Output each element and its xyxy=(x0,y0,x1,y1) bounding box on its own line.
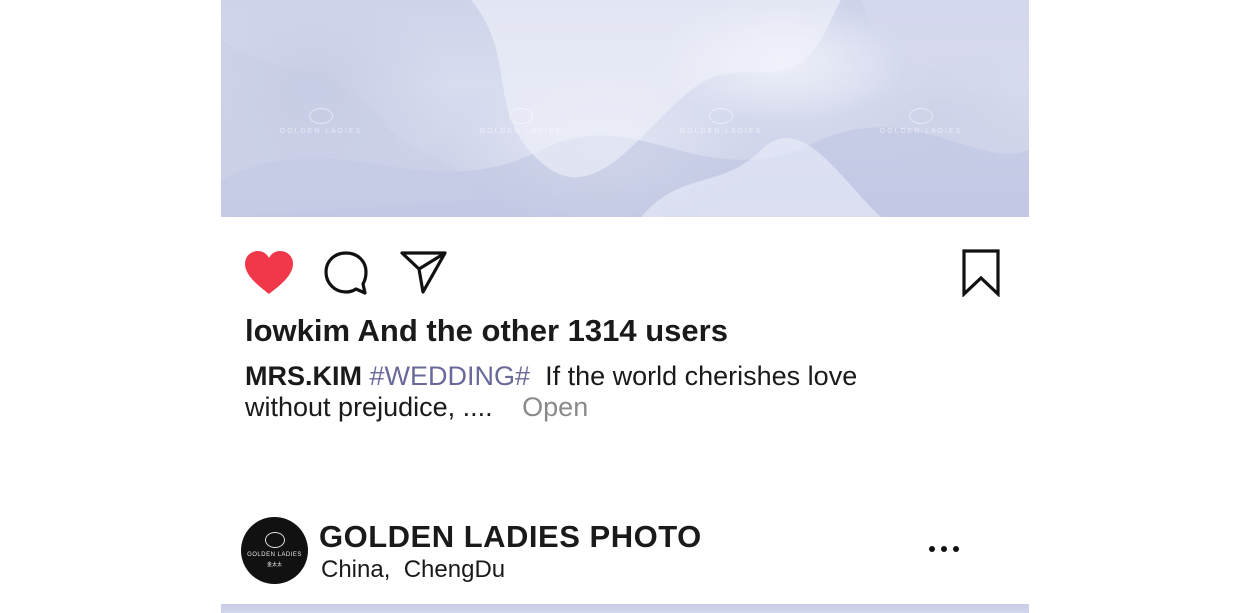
caption-open-link[interactable]: Open xyxy=(522,392,588,422)
like-button[interactable] xyxy=(243,249,295,302)
post-actions-bar xyxy=(221,217,1029,307)
next-post-header: GOLDEN LADIES 金太太 GOLDEN LADIES PHOTO Ch… xyxy=(221,505,1029,600)
comment-button[interactable] xyxy=(322,249,370,302)
caption-hashtag[interactable]: #WEDDING# xyxy=(370,361,531,391)
comment-bubble-icon xyxy=(324,251,368,295)
save-button[interactable] xyxy=(961,249,1001,302)
avatar[interactable]: GOLDEN LADIES 金太太 xyxy=(241,517,308,584)
more-dots-icon xyxy=(953,546,959,552)
watermark: GOLDEN LADIES xyxy=(261,108,381,135)
more-dots-icon xyxy=(941,546,947,552)
more-options-button[interactable] xyxy=(929,541,961,557)
location-country: China, xyxy=(321,556,391,583)
post-caption: MRS.KIM #WEDDING# If the world cherishes… xyxy=(245,361,945,423)
heart-filled-icon xyxy=(245,251,293,294)
watermark: GOLDEN LADIES xyxy=(861,108,981,135)
likes-count-text[interactable]: lowkim And the other 1314 users xyxy=(245,313,728,349)
caption-author[interactable]: MRS.KIM xyxy=(245,361,362,391)
bookmark-icon xyxy=(962,249,1000,298)
avatar-logo-text: GOLDEN LADIES xyxy=(247,552,302,558)
account-name[interactable]: GOLDEN LADIES PHOTO xyxy=(319,519,702,555)
location-label[interactable]: China, ChengDu xyxy=(321,556,505,584)
location-city: ChengDu xyxy=(403,556,506,583)
more-dots-icon xyxy=(929,546,935,552)
post-photo[interactable]: GOLDEN LADIES GOLDEN LADIES GOLDEN LADIE… xyxy=(221,0,1029,217)
watermark: GOLDEN LADIES xyxy=(661,108,781,135)
send-paper-plane-icon xyxy=(400,251,447,294)
next-post-photo[interactable] xyxy=(221,604,1029,613)
watermark: GOLDEN LADIES xyxy=(461,108,581,135)
avatar-logo-subtext: 金太太 xyxy=(266,562,282,568)
feed-page: GOLDEN LADIES GOLDEN LADIES GOLDEN LADIE… xyxy=(0,0,1250,613)
share-button[interactable] xyxy=(399,249,449,300)
logo-mark-icon xyxy=(265,532,285,548)
